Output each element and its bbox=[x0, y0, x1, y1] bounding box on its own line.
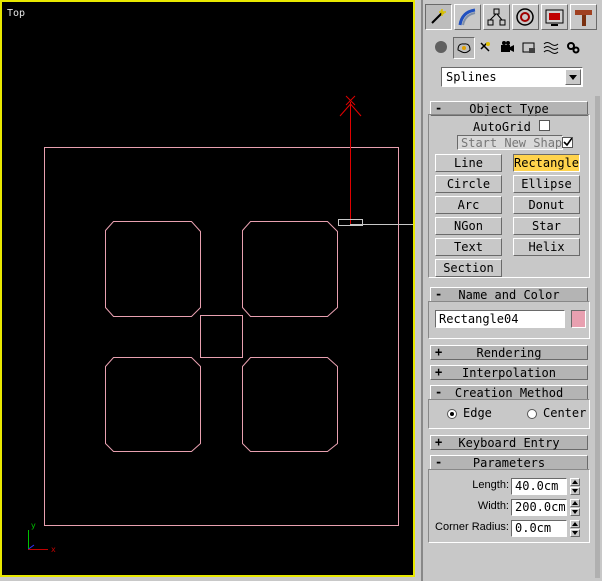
object-name-field[interactable]: Rectangle04 bbox=[435, 310, 565, 328]
motion-tab[interactable] bbox=[512, 4, 539, 30]
rectangle-button[interactable]: Rectangle bbox=[513, 154, 580, 172]
star-button[interactable]: Star bbox=[513, 217, 580, 235]
edge-radio[interactable] bbox=[447, 409, 457, 419]
helpers-subtab[interactable] bbox=[519, 37, 541, 59]
hierarchy-tab[interactable] bbox=[483, 4, 510, 30]
name-color-title: Name and Color bbox=[458, 288, 560, 302]
section-button[interactable]: Section bbox=[435, 259, 502, 277]
space-warps-subtab[interactable] bbox=[541, 37, 563, 59]
lights-icon bbox=[480, 42, 490, 52]
parameters-rollout-header[interactable]: - Parameters bbox=[430, 455, 588, 470]
shapes-subtab[interactable] bbox=[453, 37, 475, 59]
display-tab[interactable] bbox=[541, 4, 568, 30]
category-dropdown[interactable]: Splines bbox=[441, 67, 583, 87]
ellipse-button[interactable]: Ellipse bbox=[513, 175, 580, 193]
rect-top-right-shape bbox=[242, 221, 338, 317]
parameters-title: Parameters bbox=[472, 456, 546, 470]
corner-radius-label: Corner Radius: bbox=[435, 521, 509, 533]
geometry-icon bbox=[435, 41, 447, 53]
rendering-rollout-header[interactable]: + Rendering bbox=[430, 345, 588, 360]
edge-label: Edge bbox=[463, 406, 492, 420]
autogrid-checkbox[interactable] bbox=[539, 120, 550, 131]
viewport-canvas: y x bbox=[28, 95, 413, 554]
line-button[interactable]: Line bbox=[435, 154, 502, 172]
width-spinner[interactable] bbox=[570, 499, 580, 516]
chevron-down-icon[interactable] bbox=[565, 69, 581, 85]
creation-method-title: Creation Method bbox=[454, 386, 564, 400]
arc-button[interactable]: Arc bbox=[435, 196, 502, 214]
center-label: Center bbox=[543, 406, 587, 420]
length-field[interactable]: 40.0cm bbox=[511, 478, 567, 495]
systems-subtab[interactable] bbox=[563, 37, 585, 59]
modify-icon bbox=[458, 8, 476, 26]
name-color-rollout-header[interactable]: - Name and Color bbox=[430, 287, 588, 302]
helpers-icon bbox=[522, 42, 535, 53]
create-tab[interactable] bbox=[425, 4, 452, 30]
spinner-up-icon bbox=[570, 499, 580, 507]
lights-subtab[interactable] bbox=[475, 37, 497, 59]
utilities-icon bbox=[575, 10, 592, 26]
interpolation-rollout-header[interactable]: + Interpolation bbox=[430, 365, 588, 380]
width-label: Width: bbox=[477, 500, 509, 512]
length-label: Length: bbox=[472, 479, 509, 491]
keyboard-entry-rollout-header[interactable]: + Keyboard Entry bbox=[430, 435, 588, 450]
category-dropdown-value: Splines bbox=[446, 70, 497, 84]
hierarchy-icon bbox=[487, 8, 506, 26]
start-new-shape-button[interactable]: Start New Shape bbox=[457, 135, 563, 150]
rendering-title: Rendering bbox=[476, 346, 542, 360]
top-viewport[interactable]: Top y x bbox=[0, 0, 415, 577]
creation-method-rollout-header[interactable]: - Creation Method bbox=[430, 385, 588, 400]
modify-tab[interactable] bbox=[454, 4, 481, 30]
interpolation-title: Interpolation bbox=[462, 366, 556, 380]
motion-icon bbox=[516, 8, 534, 26]
create-icon bbox=[431, 9, 446, 24]
autogrid-label: AutoGrid bbox=[473, 120, 531, 134]
panel-scrollbar[interactable] bbox=[595, 96, 600, 578]
world-axis-z bbox=[28, 544, 35, 550]
object-color-swatch[interactable] bbox=[571, 310, 586, 328]
spinner-down-icon bbox=[570, 508, 580, 516]
spinner-up-icon bbox=[570, 520, 580, 528]
helix-button[interactable]: Helix bbox=[513, 238, 580, 256]
ngon-button[interactable]: NGon bbox=[435, 217, 502, 235]
outer-rectangle-shape bbox=[44, 147, 399, 526]
shapes-icon bbox=[457, 43, 471, 54]
world-y-label: y bbox=[31, 521, 36, 530]
cameras-icon bbox=[501, 41, 514, 52]
corner-radius-field[interactable]: 0.0cm bbox=[511, 520, 567, 537]
text-button[interactable]: Text bbox=[435, 238, 502, 256]
length-spinner[interactable] bbox=[570, 478, 580, 495]
keyboard-entry-title: Keyboard Entry bbox=[458, 436, 560, 450]
corner-radius-spinner[interactable] bbox=[570, 520, 580, 537]
parameters-group: Length: 40.0cm Width: 200.0cm Corner Rad… bbox=[428, 469, 590, 543]
start-new-shape-checkbox[interactable] bbox=[562, 137, 573, 148]
center-radio[interactable] bbox=[527, 409, 537, 419]
geometry-subtab[interactable] bbox=[431, 37, 453, 59]
creation-method-group: Edge Center bbox=[428, 399, 590, 429]
width-field[interactable]: 200.0cm bbox=[511, 499, 567, 516]
utilities-tab[interactable] bbox=[570, 4, 597, 30]
object-type-group: AutoGrid Start New Shape Line Rectangle … bbox=[428, 114, 590, 278]
rect-top-left-shape bbox=[105, 221, 201, 317]
world-x-label: x bbox=[51, 545, 56, 554]
rect-bottom-left-shape bbox=[105, 357, 201, 452]
display-icon bbox=[545, 9, 564, 26]
spinner-down-icon bbox=[570, 487, 580, 495]
systems-icon bbox=[567, 42, 580, 54]
create-subtabs bbox=[425, 36, 602, 60]
circle-button[interactable]: Circle bbox=[435, 175, 502, 193]
name-color-group: Rectangle04 bbox=[428, 301, 590, 339]
command-panel: Splines - Object Type AutoGrid Start New… bbox=[421, 0, 602, 581]
spinner-up-icon bbox=[570, 478, 580, 486]
checkmark-icon bbox=[563, 138, 572, 147]
space-warps-icon bbox=[543, 42, 559, 54]
center-square-shape bbox=[200, 315, 243, 358]
rect-bottom-right-shape bbox=[242, 357, 338, 452]
cameras-subtab[interactable] bbox=[497, 37, 519, 59]
command-panel-tabs bbox=[425, 2, 602, 32]
donut-button[interactable]: Donut bbox=[513, 196, 580, 214]
spinner-down-icon bbox=[570, 529, 580, 537]
